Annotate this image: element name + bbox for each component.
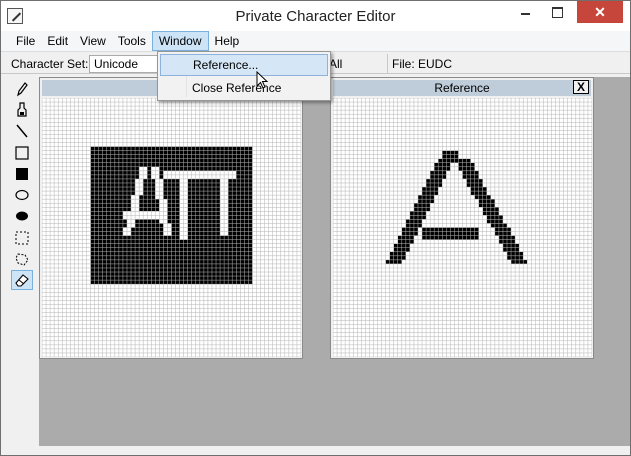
toolbox: [7, 77, 37, 447]
edit-grid-canvas[interactable]: [42, 98, 301, 357]
pencil-icon: [17, 82, 28, 97]
freeform-selection-icon: [15, 253, 29, 266]
eraser-icon: [15, 274, 29, 287]
menu-tools[interactable]: Tools: [112, 31, 152, 51]
filled-rectangle-tool[interactable]: [11, 164, 33, 184]
menu-bar: File Edit View Tools Window Help: [1, 31, 630, 52]
close-button[interactable]: ✕: [577, 1, 623, 23]
pencil-tool[interactable]: [11, 79, 33, 99]
maximize-button[interactable]: [543, 1, 571, 23]
brush-icon: [17, 102, 27, 117]
charset-value: Unicode: [89, 55, 159, 73]
menu-item-reference[interactable]: Reference...: [160, 54, 328, 76]
reference-close-button[interactable]: X: [573, 80, 589, 94]
freeform-selection-tool[interactable]: [11, 249, 33, 269]
edit-window: Edit: [39, 77, 303, 359]
mouse-cursor-icon: [256, 71, 269, 89]
app-window: Private Character Editor ✕ File Edit Vie…: [0, 0, 631, 456]
hollow-ellipse-icon: [15, 189, 29, 201]
edit-grid[interactable]: [42, 98, 301, 357]
eraser-tool[interactable]: [11, 270, 33, 290]
reference-window: Reference X: [330, 77, 594, 359]
menu-window[interactable]: Window: [151, 31, 209, 51]
menu-item-close-reference[interactable]: Close Reference: [160, 77, 328, 99]
filled-ellipse-icon: [16, 211, 28, 221]
minimize-button[interactable]: [511, 1, 539, 23]
mdi-workspace: Edit Reference X: [39, 77, 630, 446]
hollow-rectangle-tool[interactable]: [11, 143, 33, 163]
rectangular-selection-icon: [15, 231, 29, 245]
file-info: File: EUDC: [387, 54, 507, 74]
hollow-rectangle-icon: [15, 146, 29, 160]
line-tool[interactable]: [11, 121, 33, 141]
line-icon: [16, 124, 28, 138]
menu-help[interactable]: Help: [209, 31, 246, 51]
window-menu-dropdown: Reference... Close Reference: [157, 51, 331, 101]
reference-grid-canvas: [333, 98, 592, 357]
title-bar: Private Character Editor ✕: [1, 1, 630, 31]
menu-edit[interactable]: Edit: [41, 31, 74, 51]
reference-title-text: Reference: [434, 81, 490, 95]
menu-view[interactable]: View: [74, 31, 112, 51]
charset-label: Character Set:: [11, 57, 89, 71]
rectangular-selection-tool[interactable]: [11, 228, 33, 248]
filled-rectangle-icon: [16, 168, 28, 180]
brush-tool[interactable]: [11, 100, 33, 120]
reference-window-title: Reference X: [333, 80, 591, 96]
menu-file[interactable]: File: [10, 31, 41, 51]
hollow-ellipse-tool[interactable]: [11, 185, 33, 205]
reference-grid: [333, 98, 592, 357]
filled-ellipse-tool[interactable]: [11, 206, 33, 226]
